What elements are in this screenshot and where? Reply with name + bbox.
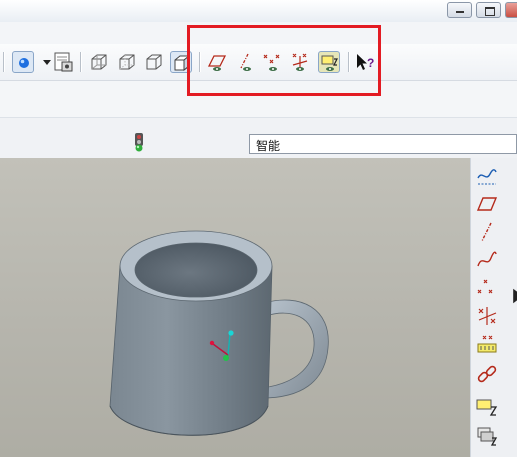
layer-icon[interactable] (475, 424, 499, 448)
minimize-button[interactable] (447, 2, 472, 18)
hidden-line-icon[interactable] (116, 51, 138, 73)
chevron-right-icon[interactable] (506, 284, 517, 304)
highlight-box (187, 25, 381, 96)
saved-views-icon[interactable] (52, 51, 74, 73)
no-hidden-icon[interactable] (143, 51, 165, 73)
mug-model[interactable] (109, 230, 329, 436)
chain-icon[interactable] (475, 362, 499, 386)
datum-plane-icon[interactable] (475, 192, 499, 216)
window-title-bar (0, 0, 517, 23)
wireframe-icon[interactable] (88, 51, 110, 73)
sketched-curve-icon[interactable] (475, 164, 499, 188)
selection-filter-value: 智能 (256, 139, 281, 153)
datum-point-icon[interactable] (475, 276, 499, 300)
datum-axis-icon[interactable] (475, 220, 499, 244)
datum-curve-icon[interactable] (475, 248, 499, 272)
chevron-down-icon[interactable] (36, 51, 51, 73)
graphics-viewport[interactable] (0, 158, 470, 457)
display-style-icon[interactable] (12, 51, 34, 73)
datum-toolbar (470, 158, 517, 457)
maximize-button[interactable] (476, 2, 501, 18)
regeneration-status-icon (133, 131, 145, 153)
coordinate-system-icon[interactable] (475, 304, 499, 328)
toolbar-separator (3, 52, 4, 72)
analysis-icon[interactable] (475, 332, 499, 356)
selection-filter-select[interactable]: 智能 (249, 134, 517, 154)
annotation-icon[interactable] (475, 396, 499, 420)
toolbar-separator (80, 52, 81, 72)
close-button[interactable] (505, 2, 517, 18)
